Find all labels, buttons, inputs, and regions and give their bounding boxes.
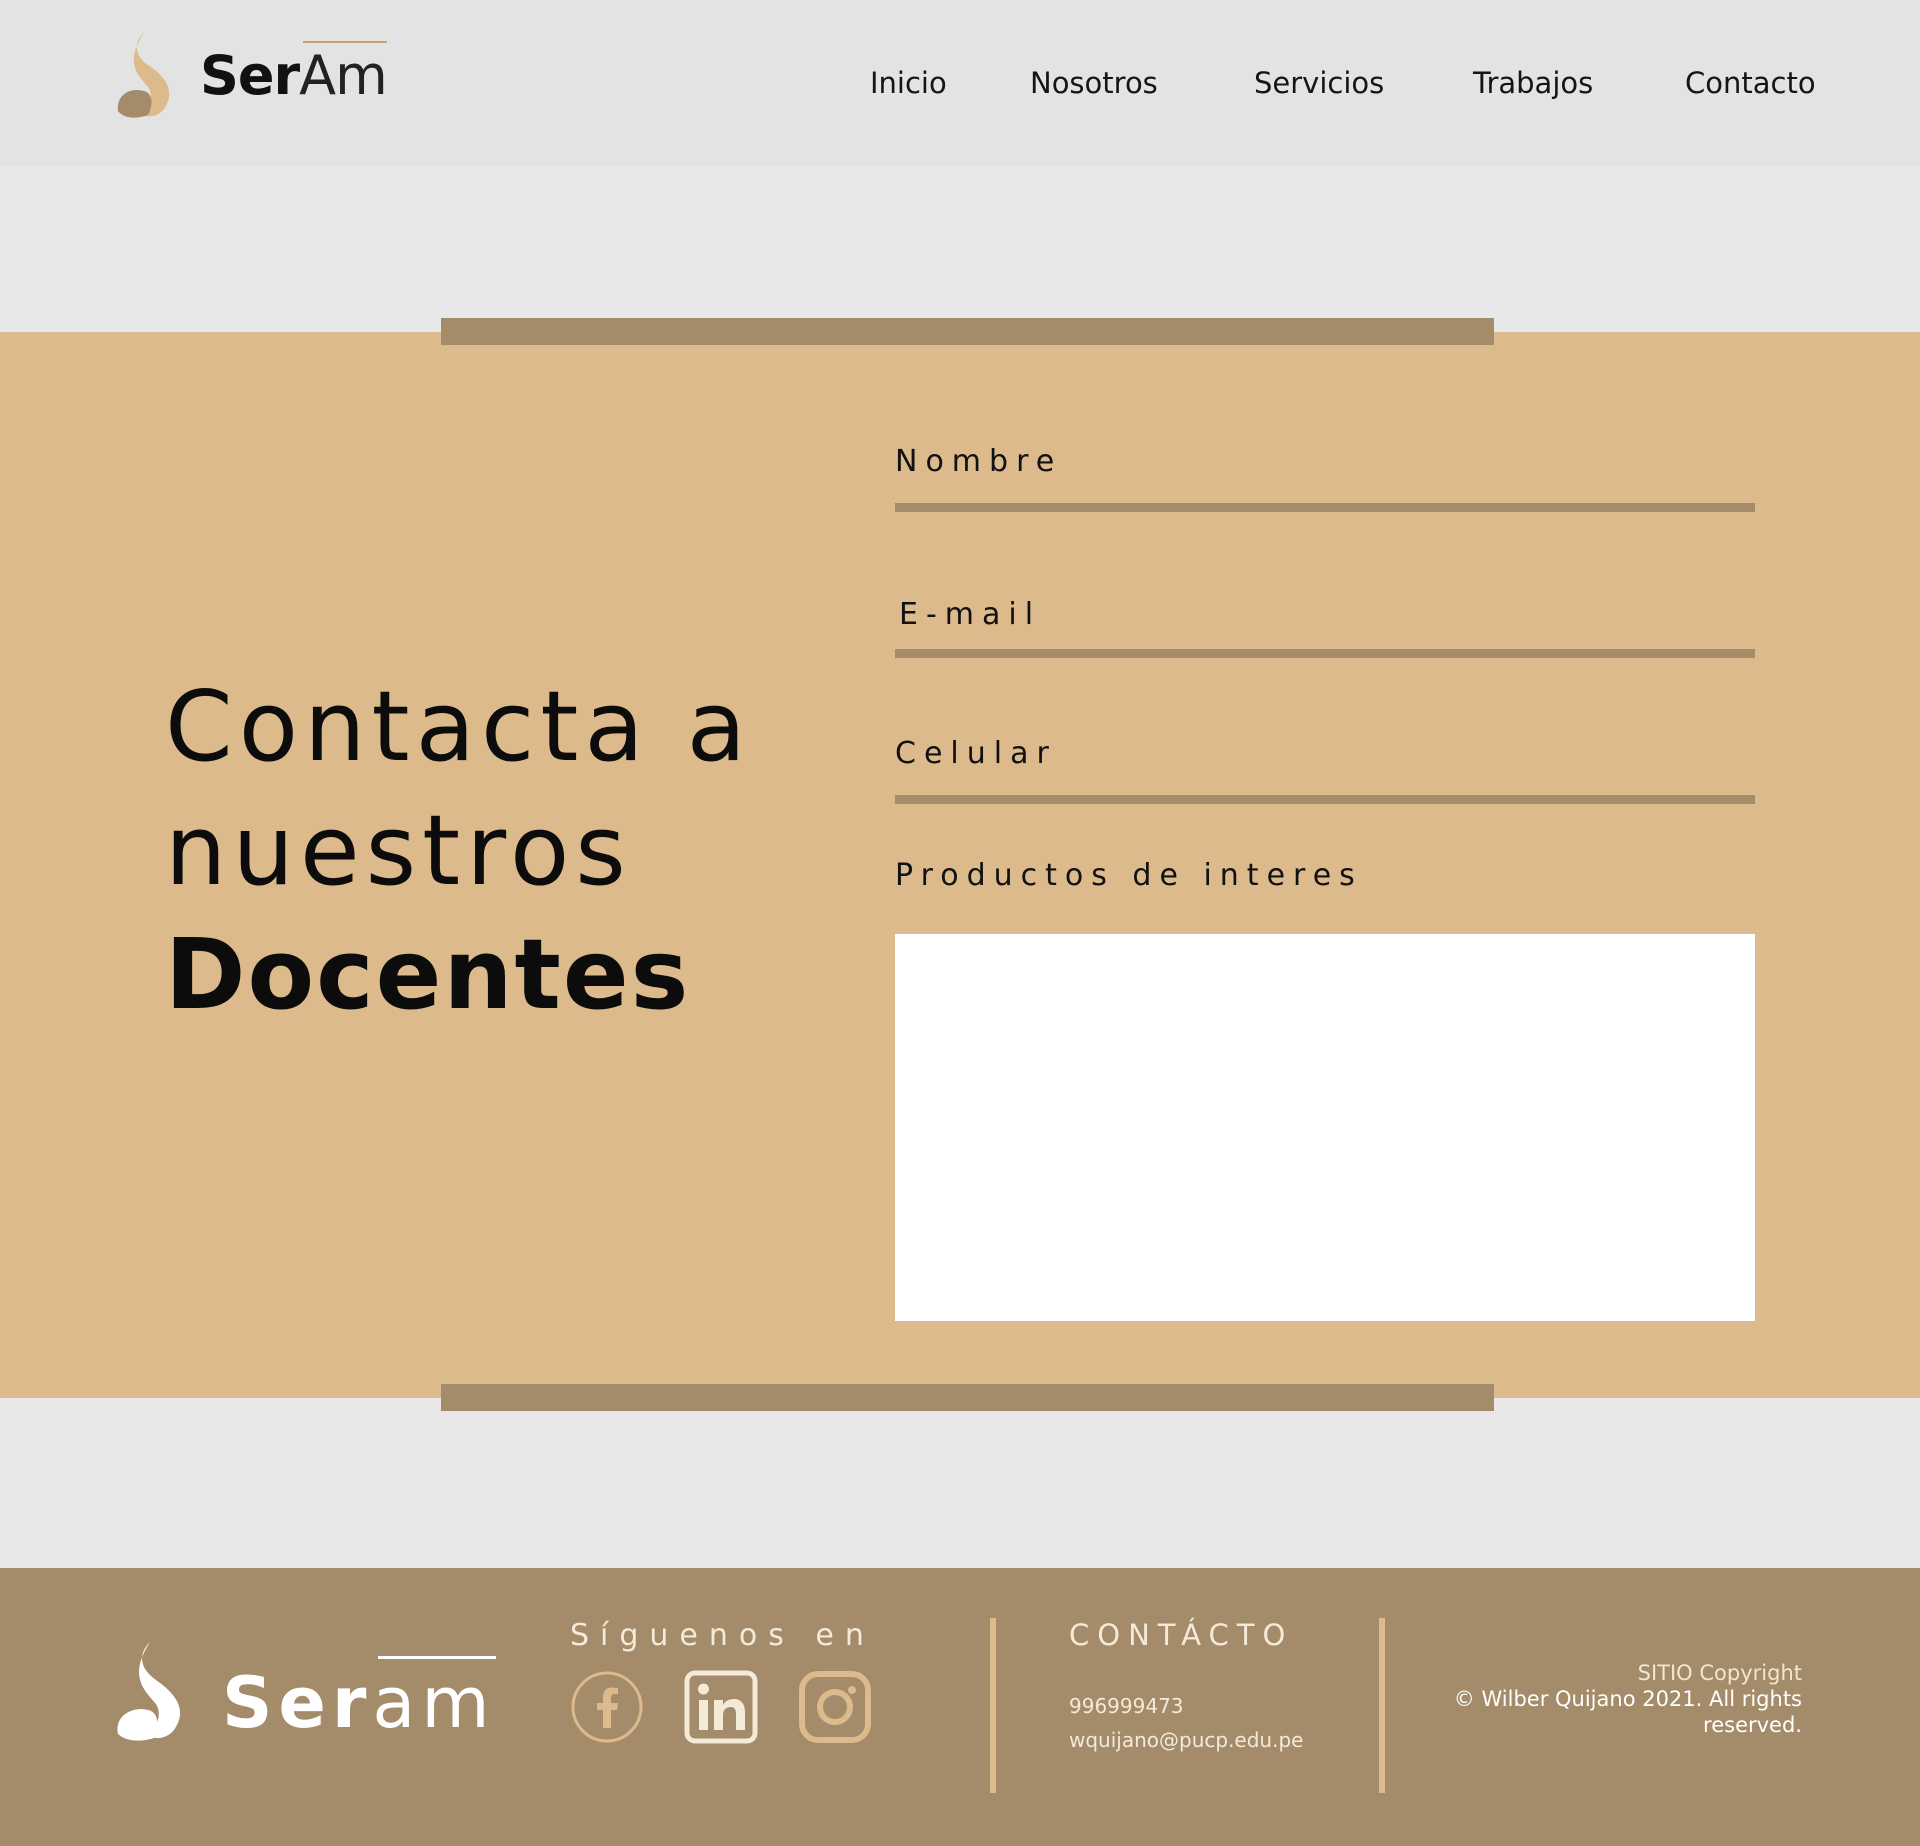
footer-divider-2: [1379, 1618, 1385, 1793]
headline-line-3: Docentes: [165, 918, 691, 1031]
name-field[interactable]: [895, 503, 1755, 512]
headline-line-2: nuestros: [165, 794, 632, 907]
products-textarea[interactable]: [895, 934, 1755, 1321]
phone-field[interactable]: [895, 795, 1755, 804]
products-label: Productos de interes: [895, 858, 1363, 893]
decorative-bar-top: [441, 318, 1494, 345]
footer-email[interactable]: wquijano@pucp.edu.pe: [1069, 1728, 1303, 1752]
footer-logo-light: am: [372, 1662, 496, 1744]
email-field[interactable]: [895, 649, 1755, 658]
copyright-line-1: SITIO Copyright: [1637, 1661, 1802, 1685]
headline-line-1: Contacta a: [165, 670, 753, 783]
main-nav: Inicio Nosotros Servicios Trabajos Conta…: [0, 66, 1920, 106]
nav-item-contacto[interactable]: Contacto: [1685, 66, 1816, 100]
instagram-icon[interactable]: [798, 1670, 872, 1744]
site-footer: Seram Síguenos en CONTÁCTO 996999473 wqu…: [0, 1568, 1920, 1846]
copyright-line-2: © Wilber Quijano 2021. All rights reserv…: [1453, 1687, 1802, 1737]
footer-logo[interactable]: Seram: [114, 1638, 496, 1742]
footer-logo-text: Seram: [222, 1668, 496, 1738]
footer-contact-title: CONTÁCTO: [1069, 1618, 1294, 1652]
footer-logo-bold: Ser: [222, 1662, 373, 1744]
leaf-logo-icon: [117, 1642, 181, 1741]
linkedin-icon[interactable]: [684, 1670, 758, 1744]
decorative-bar-bottom: [441, 1384, 1494, 1411]
footer-divider-1: [990, 1618, 996, 1793]
email-label: E-mail: [899, 597, 1042, 632]
nav-item-inicio[interactable]: Inicio: [870, 66, 947, 100]
site-header: SerAm Inicio Nosotros Servicios Trabajos…: [0, 0, 1920, 166]
facebook-icon[interactable]: [570, 1670, 644, 1744]
nav-item-nosotros[interactable]: Nosotros: [1030, 66, 1158, 100]
contact-headline: Contacta a nuestros Docentes: [165, 665, 785, 1037]
copyright: SITIO Copyright © Wilber Quijano 2021. A…: [1442, 1660, 1802, 1738]
footer-phone[interactable]: 996999473: [1069, 1694, 1184, 1718]
phone-label: Celular: [895, 736, 1057, 771]
name-label: Nombre: [895, 444, 1063, 479]
nav-item-servicios[interactable]: Servicios: [1254, 66, 1384, 100]
nav-item-trabajos[interactable]: Trabajos: [1473, 66, 1593, 100]
follow-label: Síguenos en: [570, 1618, 875, 1653]
